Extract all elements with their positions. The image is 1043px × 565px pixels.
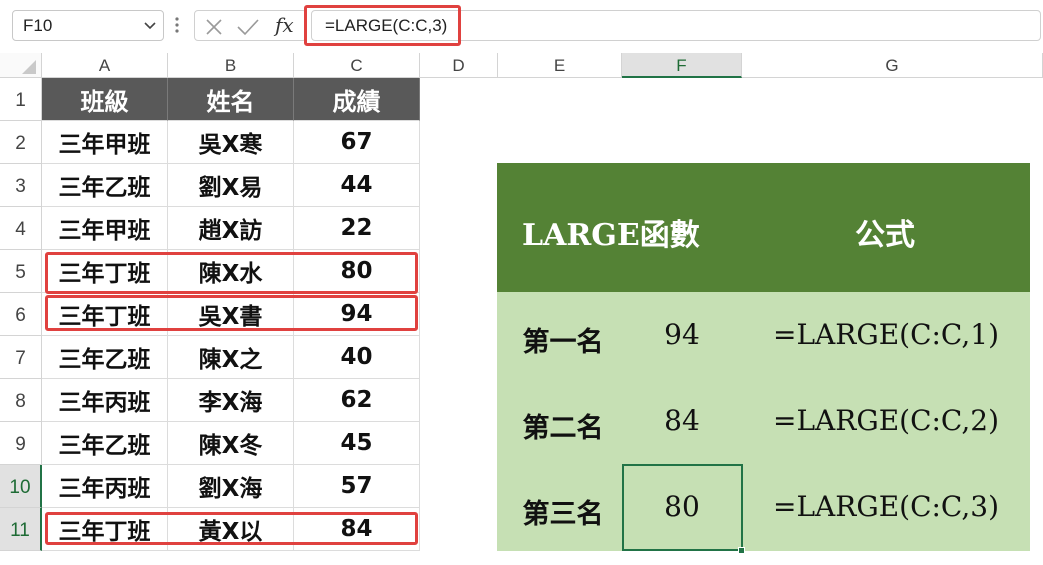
row-header-7[interactable]: 7 (0, 336, 42, 379)
highlight-row-5 (45, 252, 418, 294)
cell-name[interactable]: 趙X訪 (168, 207, 294, 250)
cell-name[interactable]: 吳X寒 (168, 121, 294, 164)
column-header-b[interactable]: B (168, 53, 294, 78)
row-header-6[interactable]: 6 (0, 293, 42, 336)
row-header-4[interactable]: 4 (0, 207, 42, 250)
row-header-2[interactable]: 2 (0, 121, 42, 164)
cell-class[interactable]: 三年丙班 (42, 379, 168, 422)
cell-score[interactable]: 57 (294, 465, 420, 508)
cell-name[interactable]: 陳X冬 (168, 422, 294, 465)
row-header-3[interactable]: 3 (0, 164, 42, 207)
row-header-9[interactable]: 9 (0, 422, 42, 465)
cell-score[interactable]: 40 (294, 336, 420, 379)
row-header-8[interactable]: 8 (0, 379, 42, 422)
row-header-11[interactable]: 11 (0, 508, 42, 551)
formula-buttons: fx (194, 10, 307, 41)
cell-class[interactable]: 三年丙班 (42, 465, 168, 508)
column-header-f[interactable]: F (622, 53, 742, 78)
results-header-function[interactable]: LARGE函數 (522, 210, 700, 254)
enter-check-icon[interactable] (236, 17, 260, 37)
cell-class[interactable]: 三年乙班 (42, 336, 168, 379)
cell-score[interactable]: 45 (294, 422, 420, 465)
rank-label[interactable]: 第二名 (517, 406, 609, 445)
cell-name[interactable]: 劉X易 (168, 164, 294, 207)
name-box-value: F10 (23, 16, 53, 35)
row-header-1[interactable]: 1 (0, 78, 42, 121)
chevron-down-icon[interactable] (144, 21, 156, 31)
cell-name[interactable]: 劉X海 (168, 465, 294, 508)
cell-score[interactable]: 62 (294, 379, 420, 422)
column-header-e[interactable]: E (498, 53, 622, 78)
rank-value[interactable]: 84 (622, 404, 742, 437)
cell-name[interactable]: 李X海 (168, 379, 294, 422)
cell-class[interactable]: 三年乙班 (42, 422, 168, 465)
column-header-d[interactable]: D (420, 53, 498, 78)
cell-class[interactable]: 三年乙班 (42, 164, 168, 207)
row-header-5[interactable]: 5 (0, 250, 42, 293)
rank-formula[interactable]: =LARGE(C:C,2) (742, 404, 1030, 437)
more-options-icon (175, 17, 179, 33)
active-cell-selection[interactable] (622, 464, 743, 551)
formula-highlight-box (304, 5, 461, 46)
column-header-c[interactable]: C (294, 53, 420, 78)
name-box[interactable]: F10 (12, 10, 164, 41)
rank-formula[interactable]: =LARGE(C:C,3) (742, 490, 1030, 523)
rank-value[interactable]: 94 (622, 318, 742, 351)
highlight-row-11 (45, 512, 418, 545)
select-all-triangle (22, 60, 36, 74)
cancel-icon[interactable] (204, 17, 224, 37)
cell-score[interactable]: 67 (294, 121, 420, 164)
header-cell-name[interactable]: 姓名 (168, 78, 294, 121)
cell-score[interactable]: 44 (294, 164, 420, 207)
rank-formula[interactable]: =LARGE(C:C,1) (742, 318, 1030, 351)
rank-label[interactable]: 第一名 (517, 320, 609, 359)
row-header-10[interactable]: 10 (0, 465, 42, 508)
column-header-a[interactable]: A (42, 53, 168, 78)
column-header-g[interactable]: G (742, 53, 1043, 78)
results-header-formula[interactable]: 公式 (855, 210, 915, 254)
header-cell-class[interactable]: 班級 (42, 78, 168, 121)
cell-class[interactable]: 三年甲班 (42, 121, 168, 164)
cell-name[interactable]: 陳X之 (168, 336, 294, 379)
rank-label[interactable]: 第三名 (517, 492, 609, 531)
cell-class[interactable]: 三年甲班 (42, 207, 168, 250)
formula-bar: F10 fx =LARGE(C:C,3) (0, 0, 1043, 50)
fill-handle[interactable] (738, 547, 745, 554)
header-cell-score[interactable]: 成績 (294, 78, 420, 121)
cell-score[interactable]: 22 (294, 207, 420, 250)
highlight-row-6 (45, 295, 418, 331)
insert-function-icon[interactable]: fx (275, 13, 294, 37)
